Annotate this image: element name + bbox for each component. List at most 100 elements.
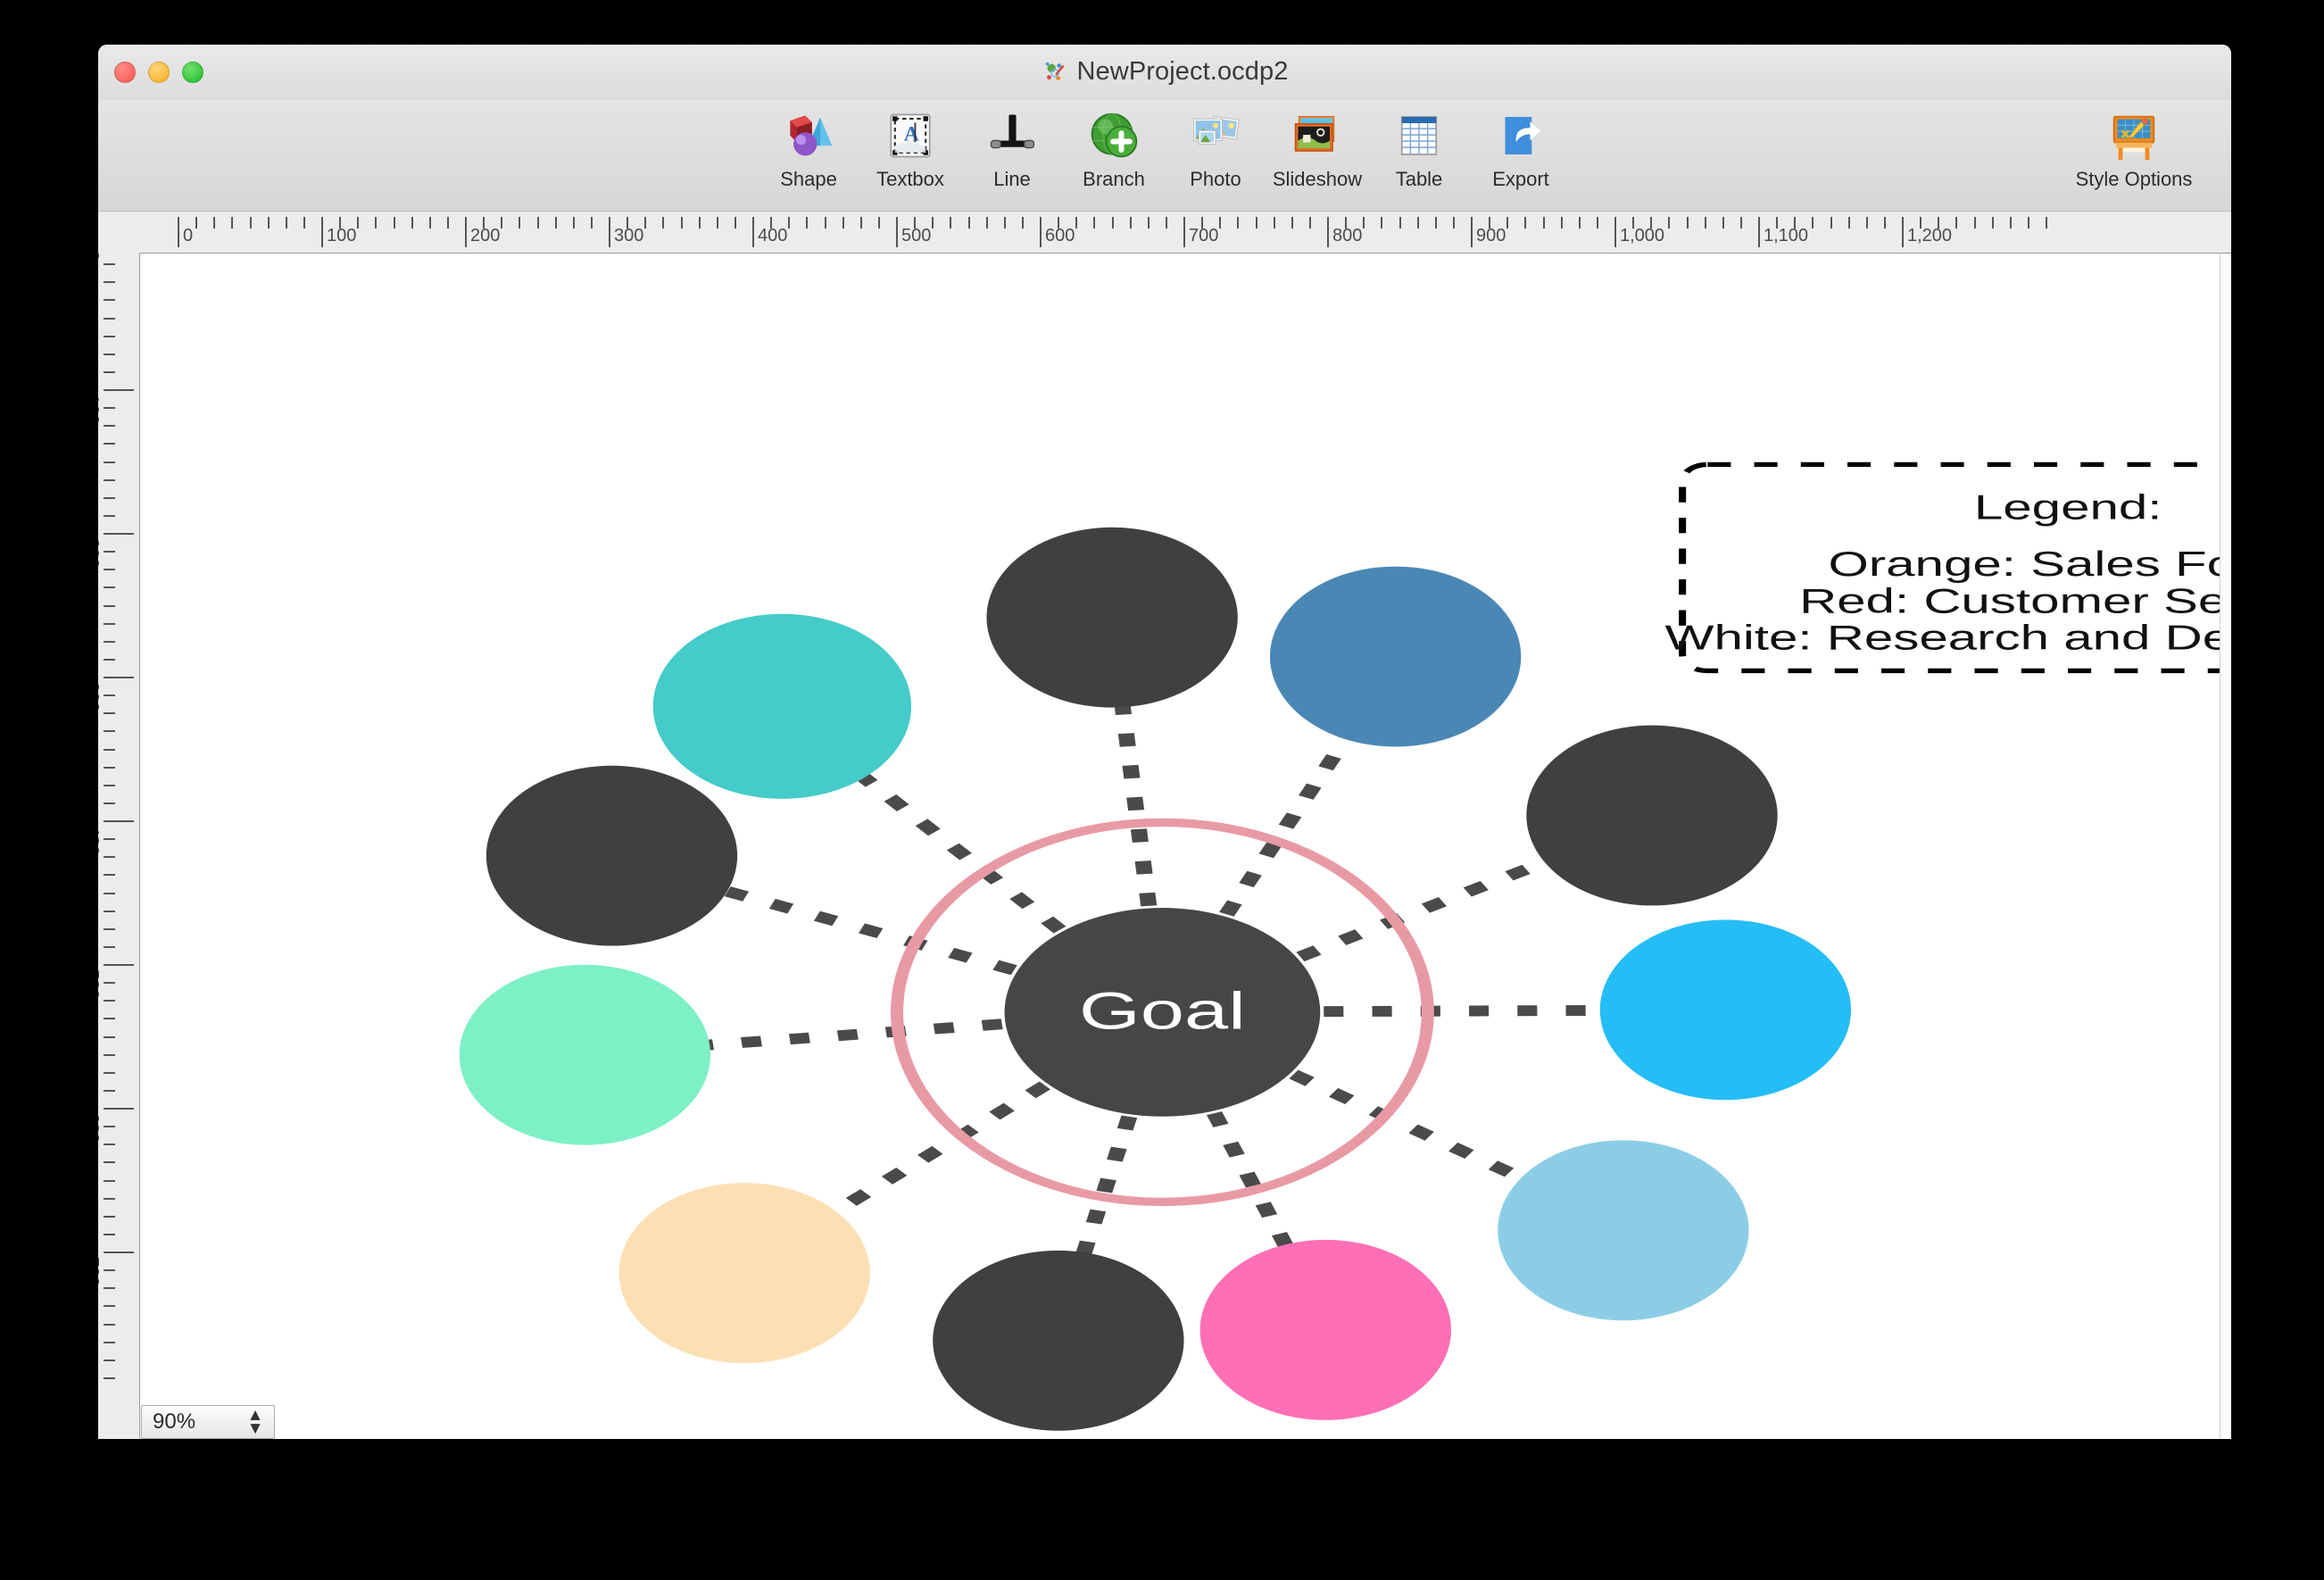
title-bar: NewProject.ocdp2	[98, 45, 2231, 101]
ruler-tick-minor	[104, 1000, 115, 1002]
toolbar-button-table[interactable]: Table	[1380, 107, 1458, 191]
ruler-tick-minor	[1812, 217, 1814, 229]
ruler-tick-minor	[1542, 217, 1545, 229]
ruler-tick-minor	[1345, 217, 1348, 229]
branch-icon	[1085, 107, 1142, 164]
ruler-label: 200	[98, 538, 102, 569]
connector-line[interactable]	[707, 1019, 1003, 1051]
toolbar-button-style-options[interactable]: Style Options	[2058, 107, 2210, 191]
ruler-tick-minor	[104, 1161, 115, 1164]
toolbar-button-photo[interactable]: Photo	[1176, 107, 1255, 191]
ruler-tick-minor	[104, 1215, 115, 1218]
ruler-label: 600	[1045, 226, 1075, 245]
ruler-tick-minor	[428, 217, 431, 229]
connector-line[interactable]	[722, 886, 1017, 976]
ruler-tick-minor	[104, 712, 115, 715]
ruler-tick-minor	[1883, 217, 1886, 229]
node-mint[interactable]	[459, 964, 711, 1145]
ruler-tick-minor	[1847, 217, 1850, 229]
connector-line[interactable]	[1296, 857, 1551, 961]
ruler-label: 0	[98, 253, 102, 261]
toolbar-button-shape[interactable]: Shape	[769, 107, 848, 191]
shape-icon	[780, 107, 837, 164]
ruler-tick-minor	[104, 370, 115, 373]
ruler-tick-minor	[698, 217, 701, 229]
ruler-label: 300	[614, 226, 644, 245]
ruler-tick-minor	[627, 217, 629, 229]
node-peach[interactable]	[618, 1183, 870, 1364]
app-window: NewProject.ocdp2 Shape A Textbox Line Br…	[98, 45, 2231, 1439]
toolbar-label-photo: Photo	[1190, 168, 1241, 190]
connector-line[interactable]	[1324, 1004, 1602, 1018]
ruler-tick-minor	[104, 1359, 115, 1361]
ruler-tick-minor	[1291, 217, 1293, 229]
node-steel-blue[interactable]	[1269, 566, 1522, 747]
node-teal[interactable]	[652, 613, 912, 799]
ruler-tick-minor	[1489, 217, 1491, 229]
toolbar-label-export: Export	[1492, 168, 1549, 190]
toolbar-button-textbox[interactable]: A Textbox	[871, 107, 950, 191]
toolbar-button-line[interactable]: Line	[973, 107, 1051, 191]
ruler-tick-minor	[877, 217, 880, 229]
ruler-tick-minor	[1955, 217, 1958, 229]
ruler-tick-minor	[104, 586, 115, 589]
ruler-tick-minor	[950, 217, 952, 229]
ruler-tick-minor	[1865, 217, 1868, 229]
ruler-tick-minor	[104, 1143, 115, 1146]
connector-line[interactable]	[828, 1081, 1050, 1217]
connector-line[interactable]	[857, 773, 1067, 934]
ruler-tick-minor	[104, 335, 115, 337]
node-sky-blue[interactable]	[1498, 1140, 1749, 1321]
ruler-tick-minor	[1363, 217, 1365, 229]
ruler-tick-minor	[104, 1376, 115, 1379]
node-dark-bottom[interactable]	[933, 1250, 1184, 1431]
ruler-tick-minor	[104, 496, 115, 499]
zoom-stepper[interactable]: ▲ ▼	[240, 1407, 274, 1437]
ruler-tick-minor	[1973, 217, 1976, 229]
ruler-tick-minor	[1524, 217, 1527, 229]
ruler-tick-minor	[104, 263, 115, 266]
zoom-value: 90%	[153, 1410, 196, 1434]
ruler-tick-minor	[806, 217, 809, 229]
toolbar-button-slideshow[interactable]: Slideshow	[1273, 107, 1362, 191]
connector-line[interactable]	[1075, 1115, 1138, 1255]
toolbar-label-table: Table	[1395, 168, 1443, 190]
ruler-tick-minor	[536, 217, 539, 229]
ruler-label: 700	[1189, 226, 1219, 245]
zoom-control[interactable]: 90% ▲ ▼	[141, 1405, 275, 1439]
toolbar-button-export[interactable]: Export	[1482, 107, 1560, 191]
ruler-tick-minor	[104, 640, 115, 643]
node-dark-top[interactable]	[986, 527, 1238, 708]
ruler-tick-minor	[788, 217, 791, 229]
toolbar-label-slideshow: Slideshow	[1272, 168, 1363, 190]
connector-line[interactable]	[1219, 736, 1354, 917]
ruler-tick-minor	[104, 478, 115, 481]
ruler-tick-minor	[680, 217, 683, 229]
node-pink[interactable]	[1199, 1239, 1451, 1420]
ruler-tick-minor	[590, 217, 593, 229]
ruler-tick-minor	[662, 217, 665, 229]
export-icon	[1492, 107, 1549, 164]
diagram-canvas[interactable]: Goal Legend: Orange: Sales ForceRed: Custo…	[140, 254, 2220, 1439]
zoom-down-icon[interactable]: ▼	[247, 1420, 264, 1437]
ruler-tick-minor	[770, 217, 773, 229]
vertical-scrollbar[interactable]	[2220, 254, 2231, 1439]
horizontal-ruler[interactable]: 0 100 200 300 400 500 600 700 800 900 1,000 1,100 1,…	[139, 212, 2231, 254]
node-dark-left[interactable]	[486, 765, 738, 946]
ruler-label: 1,000	[1620, 226, 1665, 245]
ruler-label: 0	[183, 226, 194, 245]
ruler-tick-minor	[104, 514, 115, 517]
ruler-tick-minor	[572, 217, 575, 229]
ruler-corner	[98, 212, 140, 254]
vertical-ruler[interactable]: 0 100 200 300 400 500 600 700	[98, 253, 140, 1439]
ruler-tick-minor	[375, 217, 378, 229]
ruler-tick-minor	[339, 217, 342, 229]
ruler-tick-minor	[104, 1071, 115, 1074]
ruler-tick-minor	[393, 217, 395, 229]
textbox-icon: A	[882, 107, 939, 164]
node-dark-right[interactable]	[1526, 725, 1778, 906]
toolbar-button-branch[interactable]: Branch	[1075, 107, 1153, 191]
node-bright-blue[interactable]	[1599, 919, 1852, 1101]
connector-line[interactable]	[1114, 705, 1158, 907]
ruler-tick-minor	[357, 217, 360, 229]
